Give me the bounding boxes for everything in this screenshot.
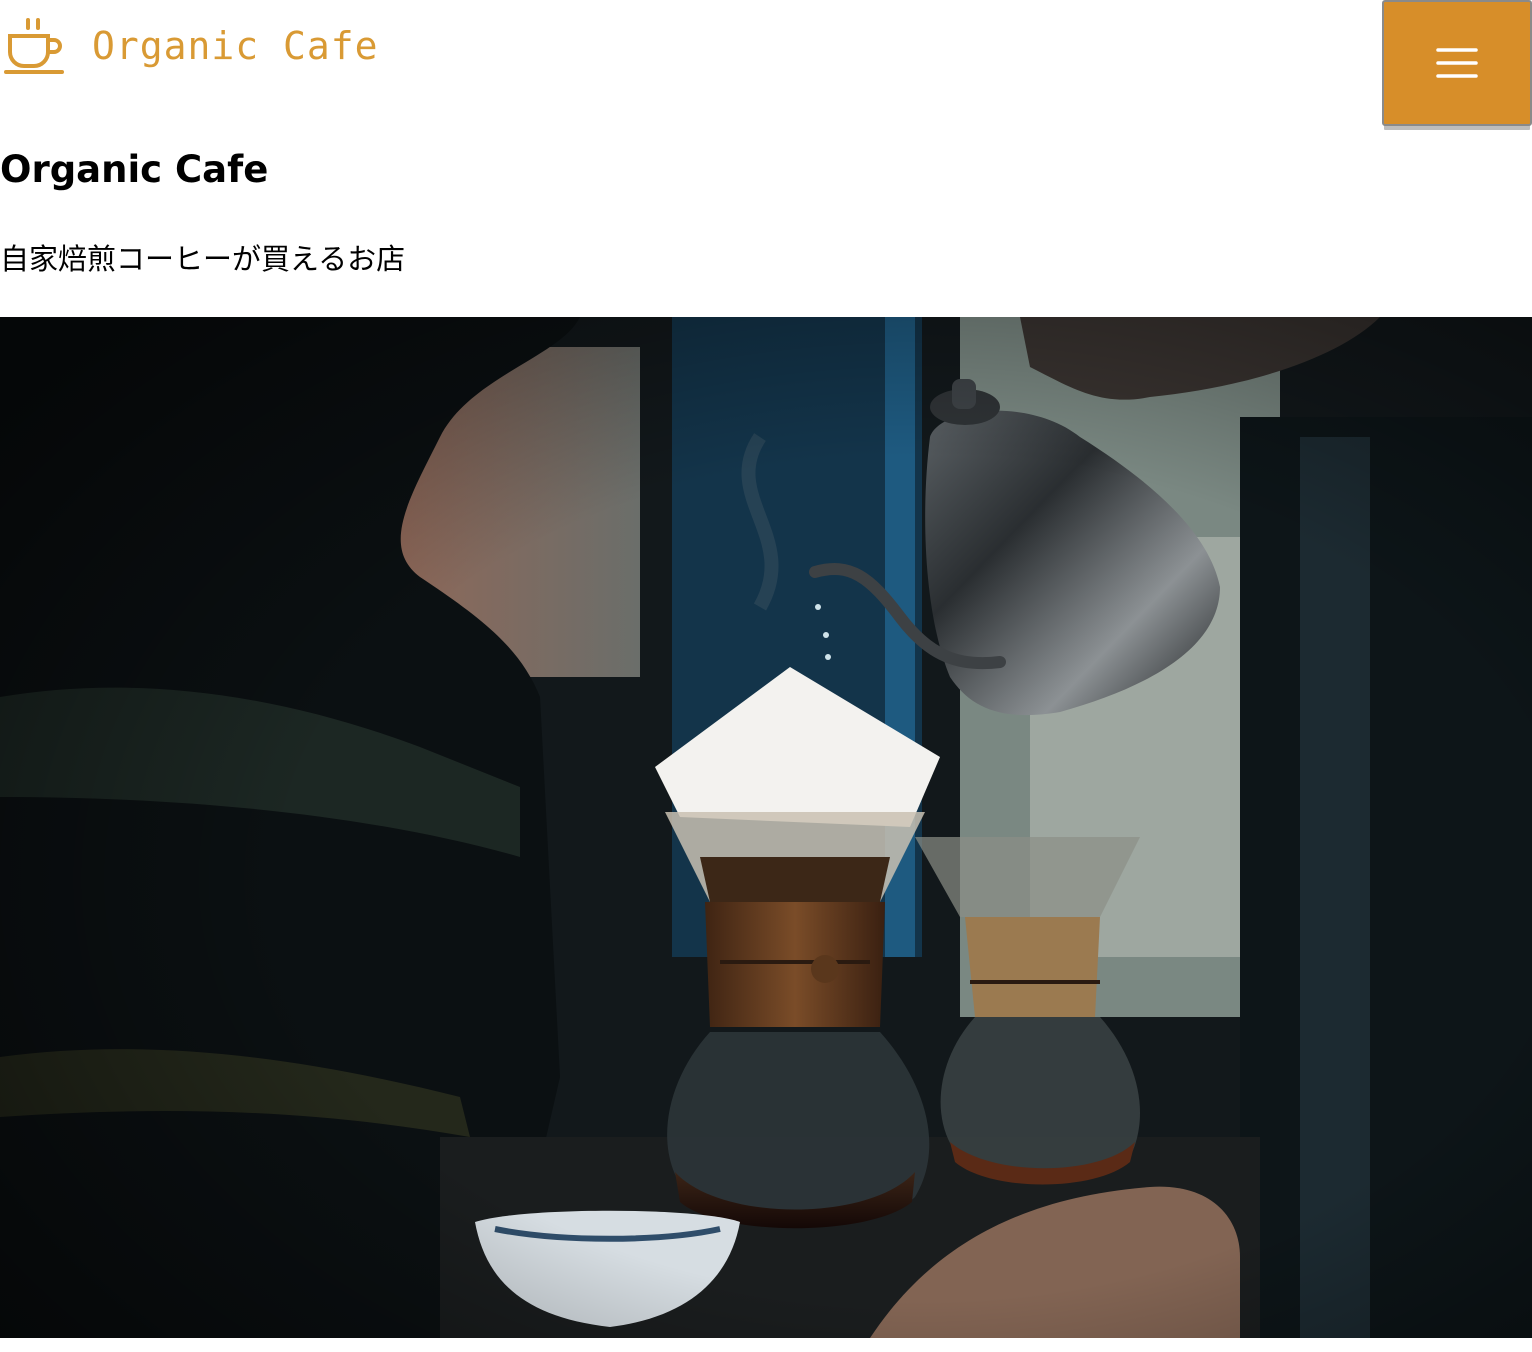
site-logo[interactable]: Organic Cafe: [4, 14, 379, 78]
hamburger-menu-icon: [1436, 48, 1478, 78]
page-title: Organic Cafe: [0, 148, 269, 191]
page-subtitle: 自家焙煎コーヒーが買えるお店: [0, 242, 406, 276]
logo-text: Organic Cafe: [92, 24, 379, 68]
coffee-cup-icon: [4, 16, 68, 76]
site-header: Organic Cafe: [0, 0, 1532, 130]
hero-image: [0, 317, 1532, 1338]
menu-button[interactable]: [1382, 0, 1532, 126]
